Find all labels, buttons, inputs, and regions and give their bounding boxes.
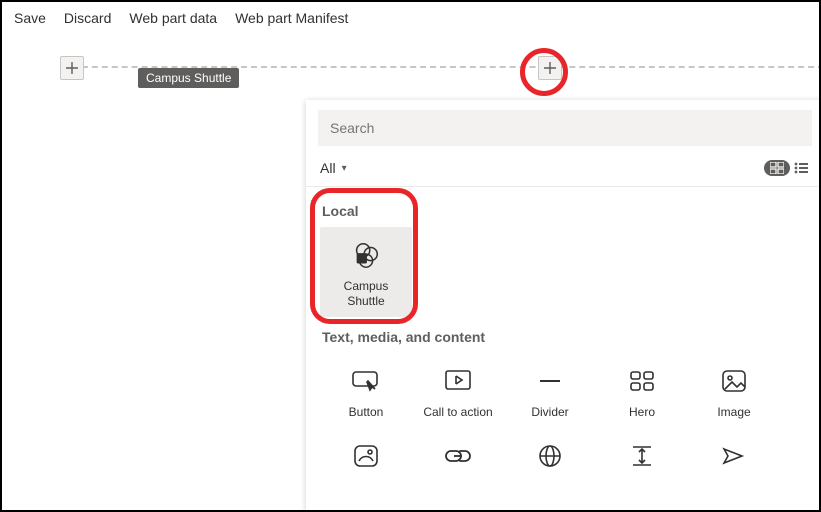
tile-image[interactable]: Image bbox=[688, 353, 780, 428]
local-grid: S Campus Shuttle bbox=[320, 227, 810, 317]
grid-icon bbox=[770, 162, 784, 174]
category-dropdown[interactable]: All ▾ bbox=[320, 160, 347, 176]
tile-hero[interactable]: Hero bbox=[596, 353, 688, 428]
search-wrap bbox=[306, 100, 821, 156]
list-icon bbox=[794, 162, 808, 174]
sharepoint-icon: S bbox=[348, 237, 384, 273]
tile-call-to-action[interactable]: Call to action bbox=[412, 353, 504, 428]
tile-image-gallery[interactable] bbox=[320, 428, 412, 488]
discard-button[interactable]: Discard bbox=[64, 10, 111, 26]
tile-button[interactable]: Button bbox=[320, 353, 412, 428]
category-dropdown-label: All bbox=[320, 160, 336, 176]
tile-label: Campus Shuttle bbox=[324, 279, 408, 309]
divider-icon bbox=[532, 363, 568, 399]
hero-icon bbox=[624, 363, 660, 399]
spacer-icon bbox=[624, 438, 660, 474]
view-toggle bbox=[764, 160, 810, 176]
stream-icon bbox=[716, 438, 752, 474]
tile-stream[interactable] bbox=[688, 428, 780, 488]
tile-link[interactable] bbox=[412, 428, 504, 488]
filter-row: All ▾ bbox=[306, 156, 821, 187]
section-title-local: Local bbox=[322, 203, 810, 219]
grid-view-toggle[interactable] bbox=[764, 160, 790, 176]
picker-body[interactable]: Local S Campus Shuttle Text, medi bbox=[306, 187, 821, 511]
text-media-grid: Button Call to action Divider bbox=[320, 353, 810, 488]
canvas-area: Campus Shuttle All ▾ bbox=[2, 34, 819, 506]
globe-icon bbox=[532, 438, 568, 474]
image-gallery-icon bbox=[348, 438, 384, 474]
svg-text:S: S bbox=[359, 254, 364, 263]
tile-label: Divider bbox=[531, 405, 568, 420]
tile-embed[interactable] bbox=[504, 428, 596, 488]
tile-label: Call to action bbox=[423, 405, 492, 420]
tile-spacer[interactable] bbox=[596, 428, 688, 488]
plus-icon bbox=[66, 62, 78, 74]
search-input[interactable] bbox=[318, 110, 812, 146]
link-icon bbox=[440, 438, 476, 474]
webpart-manifest-button[interactable]: Web part Manifest bbox=[235, 10, 348, 26]
tile-campus-shuttle[interactable]: S Campus Shuttle bbox=[320, 227, 412, 317]
app-frame: Save Discard Web part data Web part Mani… bbox=[0, 0, 821, 512]
toolbar: Save Discard Web part data Web part Mani… bbox=[2, 2, 819, 34]
tile-label: Image bbox=[717, 405, 750, 420]
tile-label: Button bbox=[349, 405, 384, 420]
add-webpart-button[interactable] bbox=[538, 56, 562, 80]
add-section-button[interactable] bbox=[60, 56, 84, 80]
button-icon bbox=[348, 363, 384, 399]
webpart-data-button[interactable]: Web part data bbox=[129, 10, 217, 26]
webpart-tooltip: Campus Shuttle bbox=[138, 68, 239, 88]
list-view-toggle[interactable] bbox=[792, 160, 810, 176]
plus-icon bbox=[544, 62, 556, 74]
save-button[interactable]: Save bbox=[14, 10, 46, 26]
tile-divider[interactable]: Divider bbox=[504, 353, 596, 428]
cta-icon bbox=[440, 363, 476, 399]
chevron-down-icon: ▾ bbox=[342, 163, 347, 174]
webpart-picker: All ▾ Local bbox=[306, 100, 821, 511]
image-icon bbox=[716, 363, 752, 399]
section-title-text-media: Text, media, and content bbox=[322, 329, 810, 345]
tile-label: Hero bbox=[629, 405, 655, 420]
